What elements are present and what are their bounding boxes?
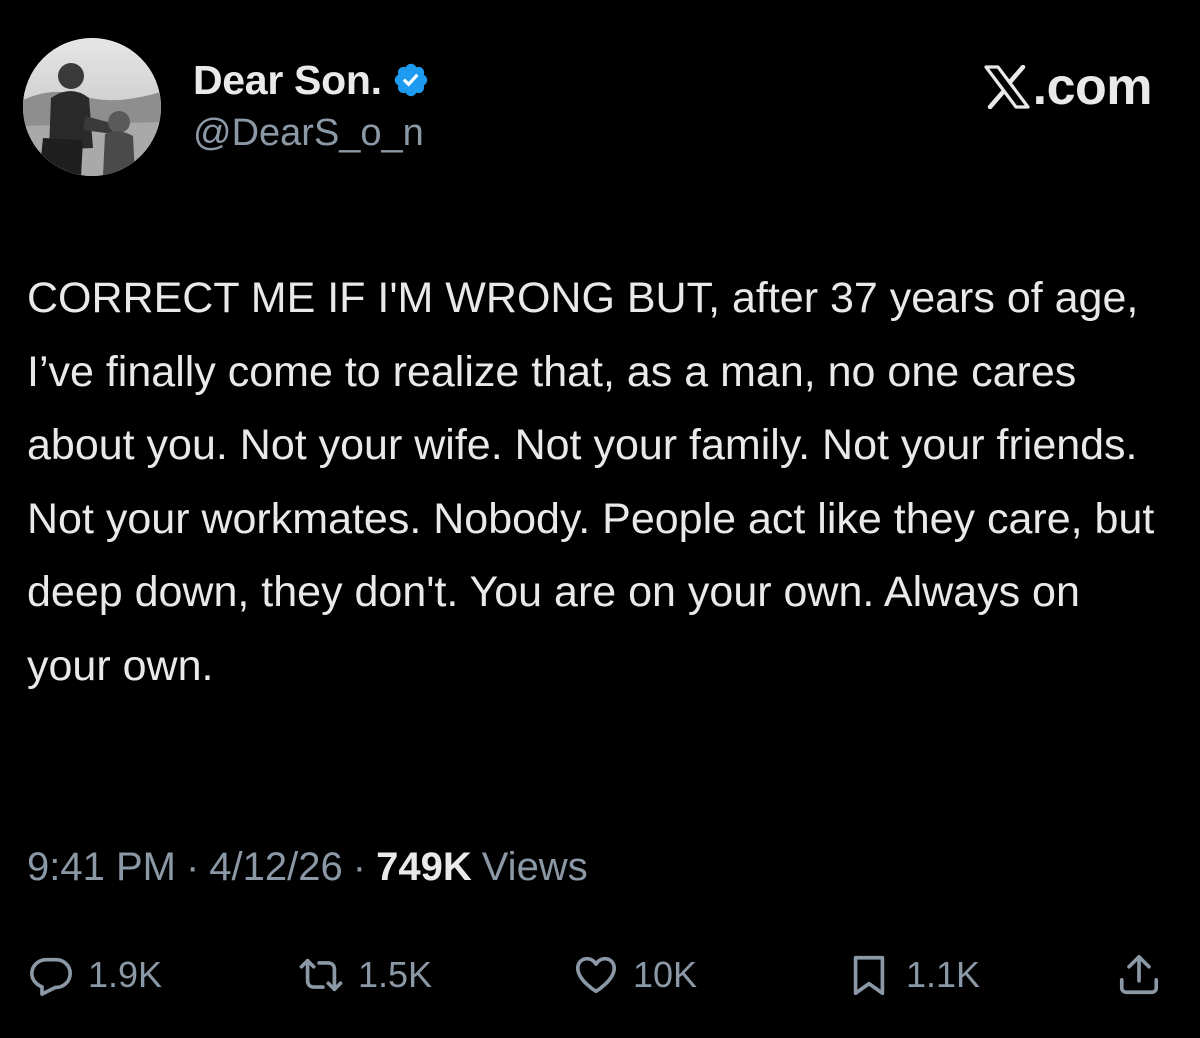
bookmark-button[interactable]: 1.1K (846, 940, 980, 1010)
share-button[interactable] (1116, 940, 1162, 1010)
author-handle[interactable]: @DearS_o_n (193, 112, 424, 155)
tweet-actions: 1.9K 1.5K 10K 1.1K (0, 940, 1200, 1010)
share-icon (1116, 952, 1162, 998)
views-label: Views (481, 845, 588, 889)
repost-count: 1.5K (358, 954, 433, 995)
heart-icon (573, 952, 619, 998)
brand-watermark: .com (983, 56, 1153, 118)
reply-button[interactable]: 1.9K (28, 940, 162, 1010)
reply-icon (28, 952, 74, 998)
bookmark-count: 1.1K (906, 954, 981, 995)
avatar[interactable] (23, 38, 161, 176)
meta-separator: · (352, 845, 367, 889)
reply-count: 1.9K (88, 954, 163, 995)
tweet-time[interactable]: 9:41 PM (27, 845, 176, 890)
views-count[interactable]: 749K (376, 845, 472, 890)
tweet-text: CORRECT ME IF I'M WRONG BUT, after 37 ye… (27, 274, 1155, 690)
x-logo-icon (983, 65, 1031, 109)
bookmark-icon (846, 952, 892, 998)
repost-button[interactable]: 1.5K (298, 940, 432, 1010)
verified-badge-icon (392, 61, 430, 99)
repost-icon (298, 952, 344, 998)
tweet-meta: 9:41 PM · 4/12/26 · 749K Views (27, 845, 588, 890)
like-count: 10K (633, 954, 698, 995)
author-name-row[interactable]: Dear Son. (193, 56, 430, 104)
tweet-date[interactable]: 4/12/26 (209, 845, 342, 890)
meta-separator: · (185, 845, 200, 889)
avatar-photo (23, 38, 161, 176)
display-name[interactable]: Dear Son. (193, 57, 382, 104)
like-button[interactable]: 10K (573, 940, 697, 1010)
brand-domain-text: .com (1032, 58, 1153, 116)
